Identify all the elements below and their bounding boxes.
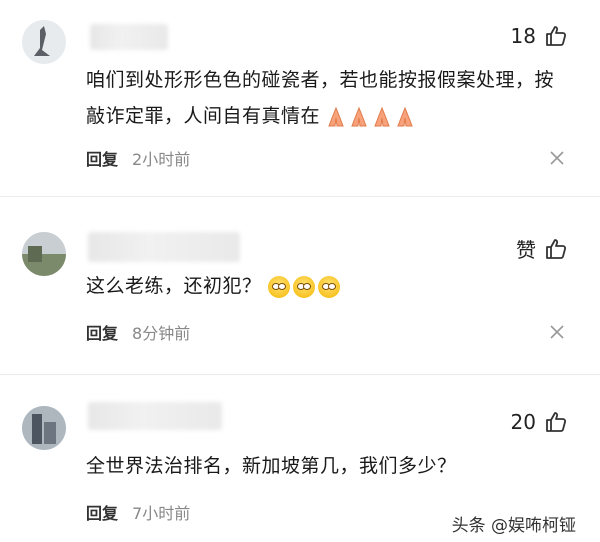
comment-footer: 回复 8分钟前 bbox=[86, 320, 190, 344]
comment-item-1: 18 咱们到处形形色色的碰瓷者，若也能按报假案处理，按敲诈定罪，人间自有真情在 … bbox=[0, 0, 600, 182]
like-button[interactable]: 20 bbox=[511, 410, 568, 434]
comment-item-2: 赞 这么老练，还初犯？ 回复 8分钟前 bbox=[0, 196, 600, 386]
praying-hands-icon bbox=[374, 106, 390, 126]
close-icon[interactable] bbox=[550, 325, 564, 339]
like-button[interactable]: 赞 bbox=[516, 234, 568, 263]
reply-button[interactable]: 回复 bbox=[86, 320, 118, 344]
timestamp: 2小时前 bbox=[132, 150, 191, 169]
username-blurred[interactable] bbox=[88, 402, 222, 430]
comment-footer: 回复 2小时前 bbox=[86, 146, 190, 170]
avatar[interactable] bbox=[22, 406, 66, 450]
praying-hands-icon bbox=[397, 106, 413, 126]
crying-face-icon bbox=[292, 275, 315, 298]
like-count: 18 bbox=[510, 24, 536, 48]
comment-footer: 回复 7小时前 bbox=[86, 500, 190, 524]
emoji-group bbox=[267, 275, 340, 298]
thumbs-up-icon bbox=[546, 412, 567, 432]
avatar[interactable] bbox=[22, 20, 66, 64]
like-count: 赞 bbox=[516, 238, 536, 262]
praying-hands-icon bbox=[328, 106, 344, 126]
comment-text-content: 这么老练，还初犯？ bbox=[86, 275, 262, 297]
comment-text-content: 咱们到处形形色色的碰瓷者，若也能按报假案处理，按敲诈定罪，人间自有真情在 bbox=[86, 69, 555, 127]
emoji-group bbox=[326, 106, 415, 128]
like-button[interactable]: 18 bbox=[511, 24, 568, 48]
username-blurred[interactable] bbox=[90, 24, 168, 50]
timestamp: 7小时前 bbox=[132, 504, 191, 523]
thumbs-up-icon bbox=[546, 238, 567, 259]
timestamp: 8分钟前 bbox=[132, 324, 191, 343]
comment-text-content: 全世界法治排名，新加坡第几，我们多少？ bbox=[86, 455, 457, 477]
crying-face-icon bbox=[317, 275, 340, 298]
comment-text: 咱们到处形形色色的碰瓷者，若也能按报假案处理，按敲诈定罪，人间自有真情在 bbox=[86, 62, 556, 134]
watermark: 头条 @娱咘柯铔 bbox=[452, 511, 576, 536]
praying-hands-icon bbox=[351, 106, 367, 126]
crying-face-icon bbox=[267, 275, 290, 298]
comment-text: 这么老练，还初犯？ bbox=[86, 268, 556, 304]
username-blurred[interactable] bbox=[88, 232, 240, 262]
comment-text: 全世界法治排名，新加坡第几，我们多少？ bbox=[86, 448, 556, 484]
avatar[interactable] bbox=[22, 232, 66, 276]
reply-button[interactable]: 回复 bbox=[86, 146, 118, 170]
close-icon[interactable] bbox=[550, 151, 564, 165]
watermark-text: 头条 @娱咘柯铔 bbox=[451, 516, 576, 536]
reply-button[interactable]: 回复 bbox=[86, 500, 118, 524]
like-count: 20 bbox=[510, 410, 536, 434]
thumbs-up-icon bbox=[546, 26, 567, 46]
